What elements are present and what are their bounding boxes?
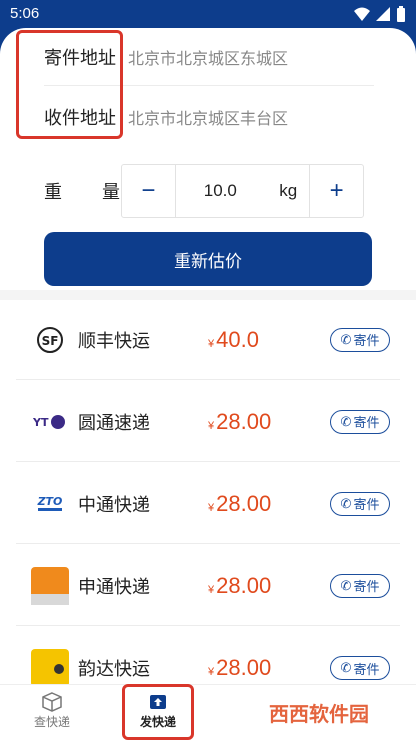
weight-field[interactable]: 10.0 kg — [174, 165, 311, 217]
price: ¥28.00 — [208, 409, 271, 435]
send-button-label: 寄件 — [353, 661, 380, 677]
svg-text:SF: SF — [42, 334, 59, 348]
weight-label: 重 量 — [44, 178, 120, 204]
price-value: 28.00 — [216, 655, 272, 680]
weight-stepper: − 10.0 kg + — [121, 164, 364, 218]
price: ¥28.00 — [208, 573, 271, 599]
address-labels-highlight — [16, 30, 123, 139]
price: ¥28.00 — [208, 655, 271, 681]
wifi-icon — [354, 7, 370, 21]
increase-weight-button[interactable]: + — [310, 165, 363, 217]
price-value: 40.0 — [216, 326, 259, 352]
phone-icon: ✆ — [340, 413, 352, 429]
weight-label-char-1: 重 — [44, 182, 62, 202]
signal-icon — [376, 7, 390, 21]
company-row-sto: 申通快递 ¥28.00 ✆ 寄件 — [16, 546, 400, 626]
phone-icon: ✆ — [340, 331, 352, 347]
currency-symbol: ¥ — [208, 337, 215, 350]
price: ¥40.0 — [208, 327, 259, 353]
send-button-label: 寄件 — [353, 415, 380, 430]
decrease-weight-button[interactable]: − — [122, 165, 175, 217]
weight-unit: kg — [279, 181, 298, 200]
company-row-zto: ZTO 中通快递 ¥28.00 ✆ 寄件 — [16, 464, 400, 544]
re-estimate-button[interactable]: 重新估价 — [44, 232, 372, 286]
receive-address-value[interactable]: 北京市北京城区丰台区 — [128, 105, 288, 129]
weight-value: 10.0 — [203, 181, 237, 200]
phone-icon: ✆ — [340, 660, 352, 675]
send-button-label: 寄件 — [353, 579, 380, 594]
send-button[interactable]: ✆ 寄件 — [330, 573, 390, 598]
currency-symbol: ¥ — [208, 666, 215, 678]
price-value: 28.00 — [216, 408, 272, 434]
phone-icon: ✆ — [340, 495, 352, 511]
send-button[interactable]: ✆ 寄件 — [330, 656, 390, 680]
yunda-logo-icon — [30, 648, 70, 688]
site-watermark: 西西软件园 — [269, 703, 369, 726]
weight-row: 重 量 − 10.0 kg + — [44, 164, 374, 218]
company-name: 中通快递 — [78, 494, 150, 515]
tab-check-express[interactable]: 查快递 — [12, 691, 92, 730]
send-address-value[interactable]: 北京市北京城区东城区 — [128, 45, 288, 69]
price: ¥28.00 — [208, 491, 271, 517]
currency-symbol: ¥ — [208, 501, 215, 514]
zto-logo-icon: ZTO — [30, 484, 70, 524]
company-name: 韵达快运 — [78, 659, 150, 679]
svg-text:ZTO: ZTO — [37, 495, 63, 508]
box-icon — [42, 692, 62, 712]
yto-logo-icon: YT — [30, 402, 70, 442]
phone-icon: ✆ — [340, 577, 352, 593]
company-name: 圆通速递 — [78, 412, 150, 433]
price-value: 28.00 — [216, 490, 272, 516]
company-row-yto: YT 圆通速递 ¥28.00 ✆ 寄件 — [16, 382, 400, 462]
currency-symbol: ¥ — [208, 419, 215, 432]
sto-logo-icon — [30, 566, 70, 606]
battery-icon — [397, 6, 405, 22]
tab-label: 查快递 — [33, 715, 70, 729]
send-button[interactable]: ✆ 寄件 — [330, 491, 390, 516]
send-button-label: 寄件 — [353, 333, 380, 348]
section-divider — [0, 290, 416, 300]
send-button[interactable]: ✆ 寄件 — [330, 327, 390, 352]
svg-text:YT: YT — [33, 416, 49, 429]
address-card: 寄件地址 北京市北京城区东城区 收件地址 北京市北京城区丰台区 重 量 − 10… — [0, 28, 416, 304]
price-value: 28.00 — [216, 572, 272, 598]
status-icons — [354, 6, 406, 22]
status-bar: 5:06 — [0, 0, 416, 28]
company-row-sf: SF 顺丰快运 ¥40.0 ✆ 寄件 — [16, 300, 400, 380]
company-name: 申通快递 — [78, 576, 150, 597]
weight-label-char-2: 量 — [102, 182, 120, 202]
sf-logo-icon: SF — [30, 320, 70, 360]
send-button[interactable]: ✆ 寄件 — [330, 409, 390, 434]
status-time: 5:06 — [10, 5, 40, 22]
send-button-label: 寄件 — [353, 497, 380, 512]
currency-symbol: ¥ — [208, 583, 215, 596]
send-tab-highlight — [122, 684, 194, 740]
company-name: 顺丰快运 — [78, 330, 150, 351]
